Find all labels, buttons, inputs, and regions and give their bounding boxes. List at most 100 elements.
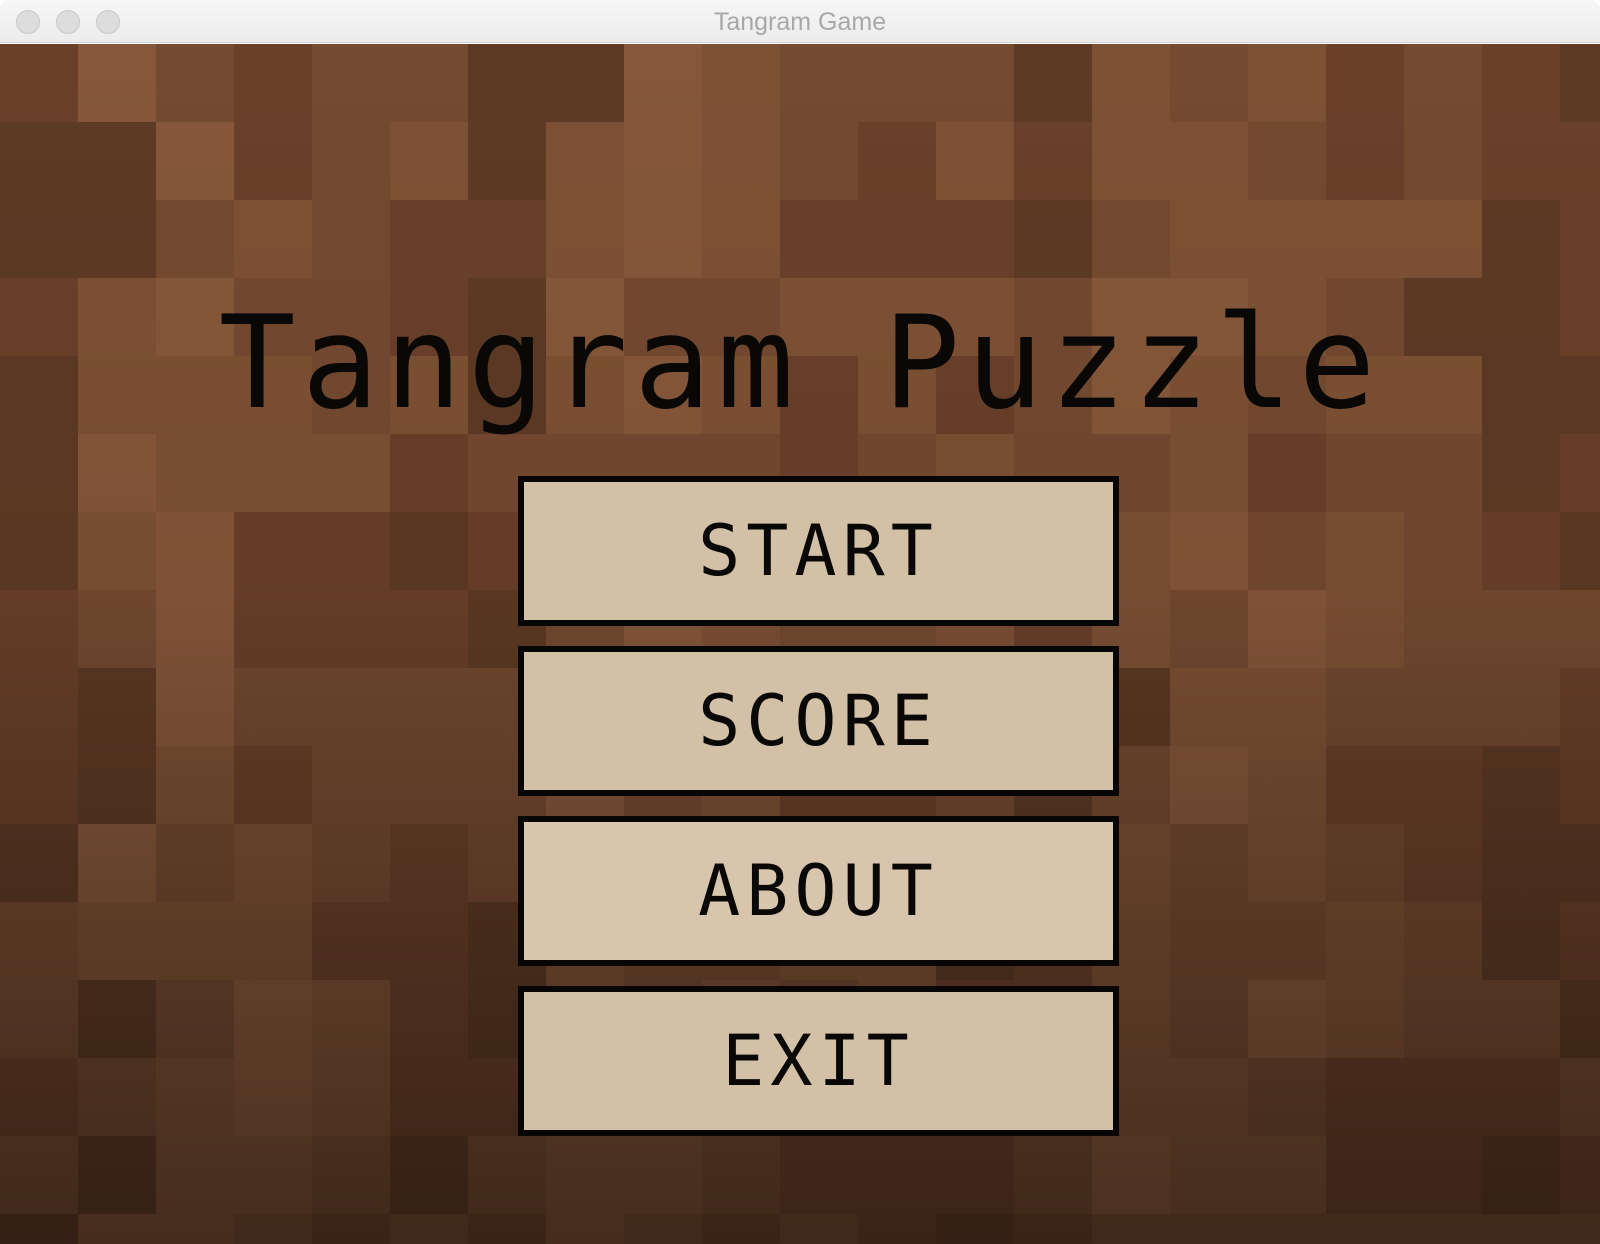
wood-tile [156,1058,234,1136]
wood-tile [312,746,390,824]
wood-tile [1170,1058,1248,1136]
wood-tile [234,590,312,668]
game-title: Tangram Puzzle [218,289,1382,438]
wood-tile [468,200,546,278]
wood-tile [1248,1058,1326,1136]
wood-tile [624,44,702,122]
wood-tile [1482,1136,1560,1214]
wood-tile [546,44,624,122]
wood-tile [936,122,1014,200]
wood-tile [234,1214,312,1244]
wood-tile [1404,902,1482,980]
wood-tile [1482,200,1560,278]
wood-tile [390,746,468,824]
wood-tile [1404,746,1482,824]
score-button[interactable]: SCORE [518,646,1119,796]
wood-tile [702,44,780,122]
wood-tile [312,668,390,746]
wood-tile [468,44,546,122]
wood-tile [1170,824,1248,902]
wood-tile [1482,746,1560,824]
game-screen: Tangram Puzzle START SCORE ABOUT EXIT [0,44,1600,1244]
wood-tile [1014,44,1092,122]
wood-tile [234,980,312,1058]
wood-tile [390,200,468,278]
wood-tile [1326,980,1404,1058]
title-bar: Tangram Game [0,0,1600,43]
wood-tile [858,44,936,122]
wood-tile [312,1058,390,1136]
wood-tile [312,434,390,512]
about-button[interactable]: ABOUT [518,816,1119,966]
wood-tile [936,1136,1014,1214]
wood-tile [936,200,1014,278]
wood-tile [1170,746,1248,824]
wood-tile [1248,746,1326,824]
wood-tile [546,122,624,200]
wood-tile [0,668,78,746]
wood-tile [156,824,234,902]
wood-tile [1170,434,1248,512]
wood-tile [78,590,156,668]
wood-tile [390,668,468,746]
wood-tile [156,980,234,1058]
wood-tile [1248,1136,1326,1214]
wood-tile [0,1058,78,1136]
wood-tile [78,668,156,746]
wood-tile [390,512,468,590]
wood-tile [546,200,624,278]
wood-tile [312,824,390,902]
wood-tile [312,44,390,122]
wood-tile [1326,1214,1404,1244]
app-window: Tangram Game Tangram Puzzle START SCORE … [0,0,1600,1244]
wood-tile [1404,980,1482,1058]
wood-tile [1326,434,1404,512]
wood-tile [1014,122,1092,200]
wood-tile [0,434,78,512]
wood-tile [312,200,390,278]
wood-tile [390,980,468,1058]
wood-tile [0,512,78,590]
wood-tile [1404,1058,1482,1136]
wood-tile [858,200,936,278]
wood-tile [1326,1136,1404,1214]
wood-tile [78,824,156,902]
wood-tile [312,980,390,1058]
wood-tile [78,980,156,1058]
wood-tile [936,44,1014,122]
wood-tile [1248,902,1326,980]
wood-tile [1326,512,1404,590]
wood-tile [1326,746,1404,824]
wood-tile [1482,824,1560,902]
wood-tile [312,512,390,590]
wood-tile [156,512,234,590]
wood-tile [1248,980,1326,1058]
wood-tile [1248,1214,1326,1244]
wood-tile [1326,44,1404,122]
wood-tile [1092,1136,1170,1214]
wood-tile [156,122,234,200]
wood-tile [1482,1214,1560,1244]
wood-tile [1560,746,1600,824]
wood-tile [1560,590,1600,668]
wood-tile [936,1214,1014,1244]
wood-tile [1170,44,1248,122]
wood-tile [234,1058,312,1136]
wood-tile [1560,668,1600,746]
wood-tile [546,1136,624,1214]
wood-tile [78,200,156,278]
wood-tile [1560,1214,1600,1244]
wood-tile [780,44,858,122]
wood-tile [858,1136,936,1214]
wood-tile [312,1136,390,1214]
wood-tile [1482,980,1560,1058]
wood-tile [1326,200,1404,278]
wood-tile [390,1214,468,1244]
wood-tile [1560,980,1600,1058]
exit-button[interactable]: EXIT [518,986,1119,1136]
start-button[interactable]: START [518,476,1119,626]
wood-tile [780,122,858,200]
wood-tile [1170,512,1248,590]
wood-tile [0,44,78,122]
wood-tile [1326,1058,1404,1136]
